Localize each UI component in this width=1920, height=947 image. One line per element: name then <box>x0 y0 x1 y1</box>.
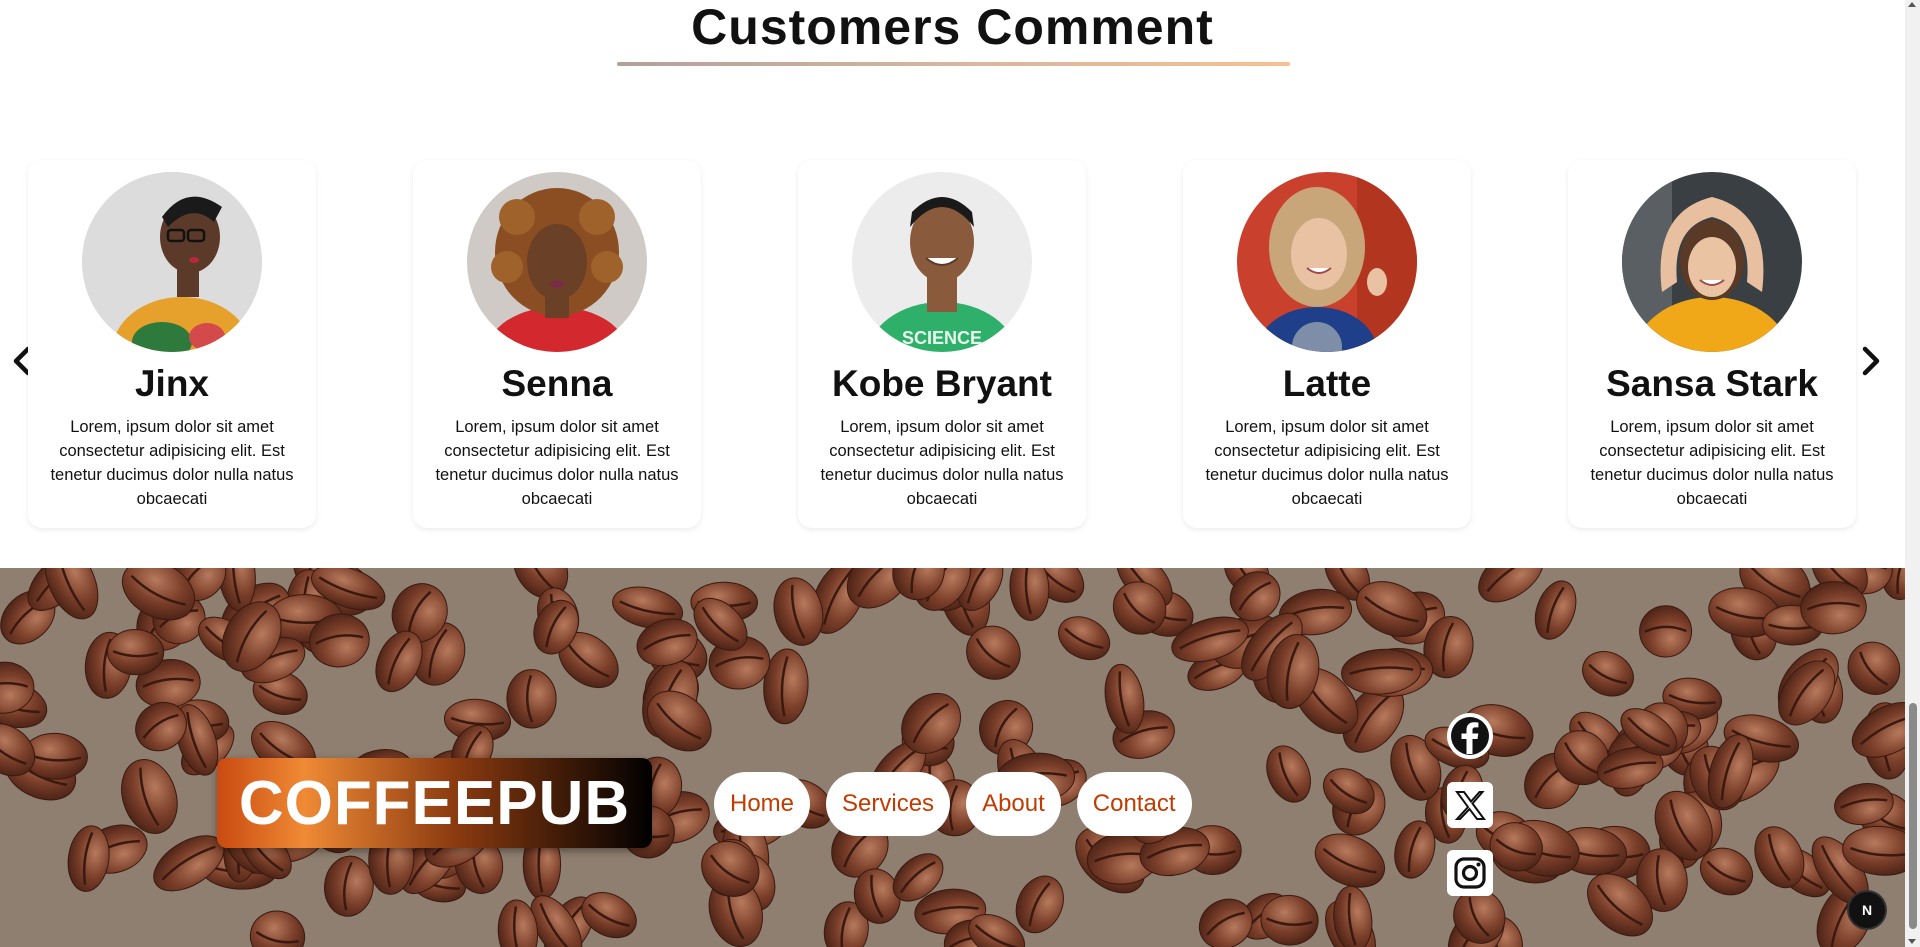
nav-home-link[interactable]: Home <box>714 772 811 836</box>
avatar <box>467 172 647 352</box>
instagram-icon <box>1449 852 1491 894</box>
nav-about-link[interactable]: About <box>966 772 1061 836</box>
customer-comment: Lorem, ipsum dolor sit amet consectetur … <box>1205 418 1449 508</box>
site-logo[interactable]: COFFEEPUB <box>217 758 652 848</box>
customer-name: Kobe Bryant <box>832 363 1052 404</box>
scroll-down-arrow[interactable] <box>1908 939 1916 944</box>
testimonial-card: Sansa Stark Lorem, ipsum dolor sit amet … <box>1568 160 1856 528</box>
testimonial-card: Latte Lorem, ipsum dolor sit amet consec… <box>1183 160 1471 528</box>
testimonial-card: Senna Lorem, ipsum dolor sit amet consec… <box>413 160 701 528</box>
title-underline <box>617 62 1290 66</box>
section-heading: Customers Comment <box>0 0 1905 80</box>
customer-name: Jinx <box>134 363 210 404</box>
x-link[interactable] <box>1447 782 1493 828</box>
customer-name: Sansa Stark <box>1606 363 1818 404</box>
customer-name: Latte <box>1282 363 1372 404</box>
avatar <box>82 172 262 352</box>
instagram-link[interactable] <box>1447 850 1493 896</box>
dev-badge[interactable]: N <box>1849 892 1885 928</box>
footer-nav: Home Services About Contact <box>714 772 1192 836</box>
customer-comment: Lorem, ipsum dolor sit amet consectetur … <box>50 418 294 508</box>
chevron-right-icon <box>1862 346 1880 376</box>
carousel-next-button[interactable] <box>1855 343 1885 379</box>
facebook-link[interactable] <box>1447 713 1493 759</box>
page-scrollbar[interactable] <box>1905 0 1920 947</box>
avatar: SCIENCE <box>852 172 1032 352</box>
avatar <box>1622 172 1802 352</box>
customer-name: Senna <box>501 363 613 404</box>
scroll-up-arrow[interactable] <box>1908 2 1916 7</box>
avatar <box>1237 172 1417 352</box>
facebook-icon <box>1449 715 1491 757</box>
testimonial-card: SCIENCE Kobe Bryant Lorem, ipsum dolor s… <box>798 160 1086 528</box>
testimonial-carousel: Jinx Lorem, ipsum dolor sit amet consect… <box>0 160 1905 532</box>
site-footer: COFFEEPUB Home Services About Contact <box>0 568 1905 947</box>
scrollbar-thumb[interactable] <box>1909 703 1917 929</box>
logo-text: COFFEEPUB <box>238 768 631 838</box>
svg-text:SCIENCE: SCIENCE <box>902 328 982 348</box>
customer-comment: Lorem, ipsum dolor sit amet consectetur … <box>435 418 679 508</box>
nav-contact-link[interactable]: Contact <box>1076 772 1192 836</box>
customer-comment: Lorem, ipsum dolor sit amet consectetur … <box>1590 418 1834 508</box>
testimonial-card: Jinx Lorem, ipsum dolor sit amet consect… <box>28 160 316 528</box>
section-title: Customers Comment <box>691 0 1214 55</box>
customer-comment: Lorem, ipsum dolor sit amet consectetur … <box>820 418 1064 508</box>
x-icon <box>1449 784 1491 826</box>
nav-services-link[interactable]: Services <box>826 772 951 836</box>
